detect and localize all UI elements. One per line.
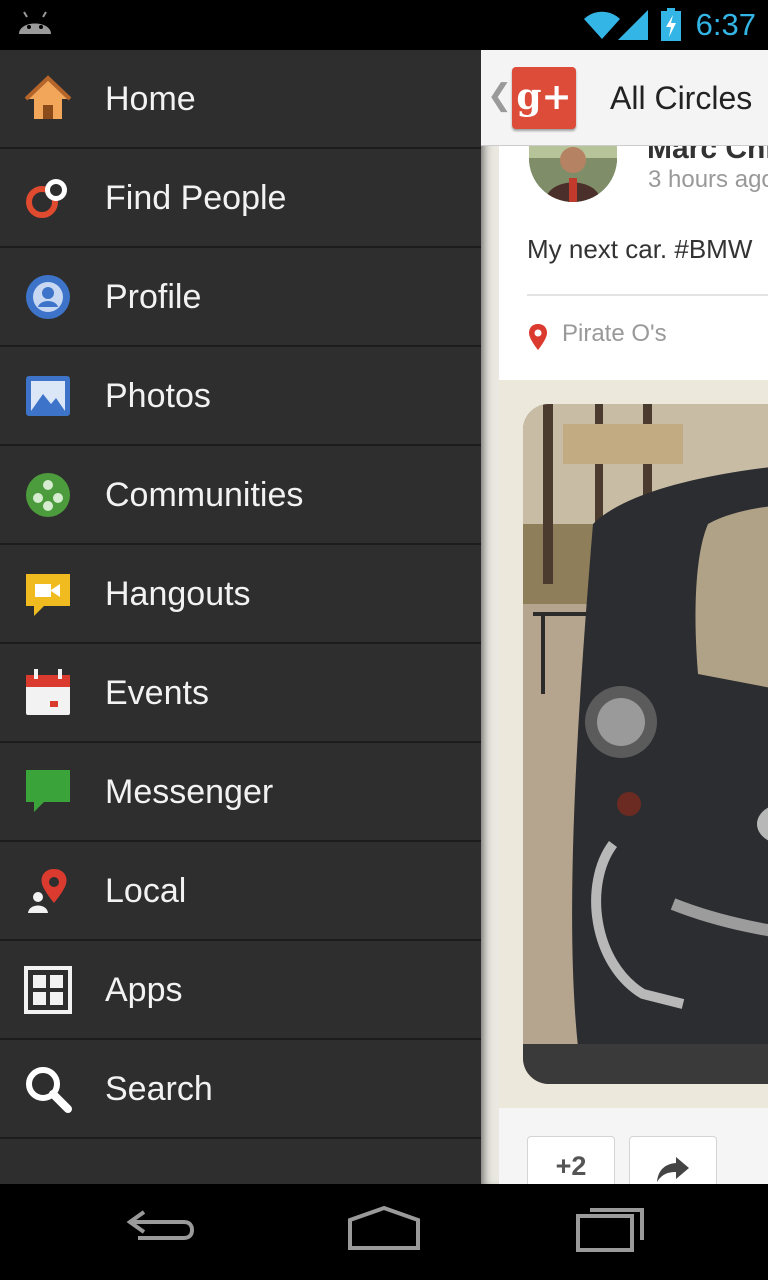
drawer-item-hangouts[interactable]: Hangouts: [0, 545, 481, 644]
drawer-item-label: Messenger: [105, 773, 274, 811]
local-icon: [28, 869, 67, 913]
communities-icon: [26, 473, 70, 517]
stream-panel[interactable]: Marc Chi 3 hours ago My next car. #BMW P…: [481, 50, 768, 1184]
battery-charging-icon: [661, 8, 681, 41]
post-location[interactable]: Pirate O's: [562, 320, 667, 348]
drawer-item-communities[interactable]: Communities: [0, 446, 481, 545]
wifi-icon: [584, 11, 620, 39]
location-pin-icon: [529, 324, 547, 350]
drawer-item-label: Events: [105, 674, 209, 712]
drawer-item-local[interactable]: Local: [0, 842, 481, 941]
signal-icon: [618, 10, 648, 40]
drawer-item-home[interactable]: Home: [0, 50, 481, 149]
search-icon: [26, 1067, 72, 1113]
up-caret-icon[interactable]: ❮: [487, 78, 512, 114]
drawer-item-messenger[interactable]: Messenger: [0, 743, 481, 842]
back-icon[interactable]: [124, 1204, 196, 1248]
drawer-item-apps[interactable]: Apps: [0, 941, 481, 1040]
find-people-icon: [26, 179, 67, 218]
post-photo-container: [499, 380, 768, 1108]
hangouts-icon: [26, 574, 70, 616]
post-actions: +2: [499, 1108, 768, 1184]
drawer-item-find-people[interactable]: Find People: [0, 149, 481, 248]
photos-icon: [26, 376, 70, 416]
drawer-item-events[interactable]: Events: [0, 644, 481, 743]
system-nav-bar: [0, 1184, 768, 1280]
share-button[interactable]: [629, 1136, 717, 1184]
recent-apps-icon[interactable]: [574, 1202, 646, 1254]
author-avatar[interactable]: [529, 138, 617, 202]
drawer-item-label: Photos: [105, 377, 211, 415]
post-photo[interactable]: [523, 404, 768, 1084]
post-timestamp: 3 hours ago: [648, 166, 768, 193]
post-card[interactable]: Marc Chi 3 hours ago My next car. #BMW P…: [499, 132, 768, 380]
status-clock: 6:37: [695, 7, 756, 42]
events-icon: [26, 669, 70, 715]
drawer-item-label: Communities: [105, 476, 304, 514]
circles-selector[interactable]: All Circles: [610, 50, 752, 146]
android-icon: [19, 11, 51, 34]
divider: [527, 294, 768, 296]
drawer-item-label: Hangouts: [105, 575, 251, 613]
drawer-item-photos[interactable]: Photos: [0, 347, 481, 446]
messenger-icon: [26, 770, 70, 812]
share-icon: [657, 1157, 689, 1182]
action-bar: ❮ g+ All Circles: [481, 50, 768, 146]
drawer-item-label: Profile: [105, 278, 202, 316]
drawer-item-label: Search: [105, 1070, 213, 1108]
drawer-item-label: Home: [105, 80, 196, 118]
drawer-item-profile[interactable]: Profile: [0, 248, 481, 347]
profile-icon: [26, 275, 70, 319]
status-bar: 6:37: [0, 0, 768, 50]
home-nav-icon[interactable]: [346, 1204, 422, 1254]
drawer-item-search[interactable]: Search: [0, 1040, 481, 1139]
plus-one-button[interactable]: +2: [527, 1136, 615, 1184]
drawer-item-label: Find People: [105, 179, 287, 217]
google-plus-logo[interactable]: g+: [512, 67, 576, 129]
post-text: My next car. #BMW: [527, 234, 753, 264]
apps-icon: [24, 966, 72, 1014]
home-icon: [24, 75, 72, 119]
drawer-item-label: Apps: [105, 971, 183, 1009]
drawer-item-label: Local: [105, 872, 187, 910]
navigation-drawer: Home Find People Profile Photos Communit…: [0, 50, 481, 1184]
